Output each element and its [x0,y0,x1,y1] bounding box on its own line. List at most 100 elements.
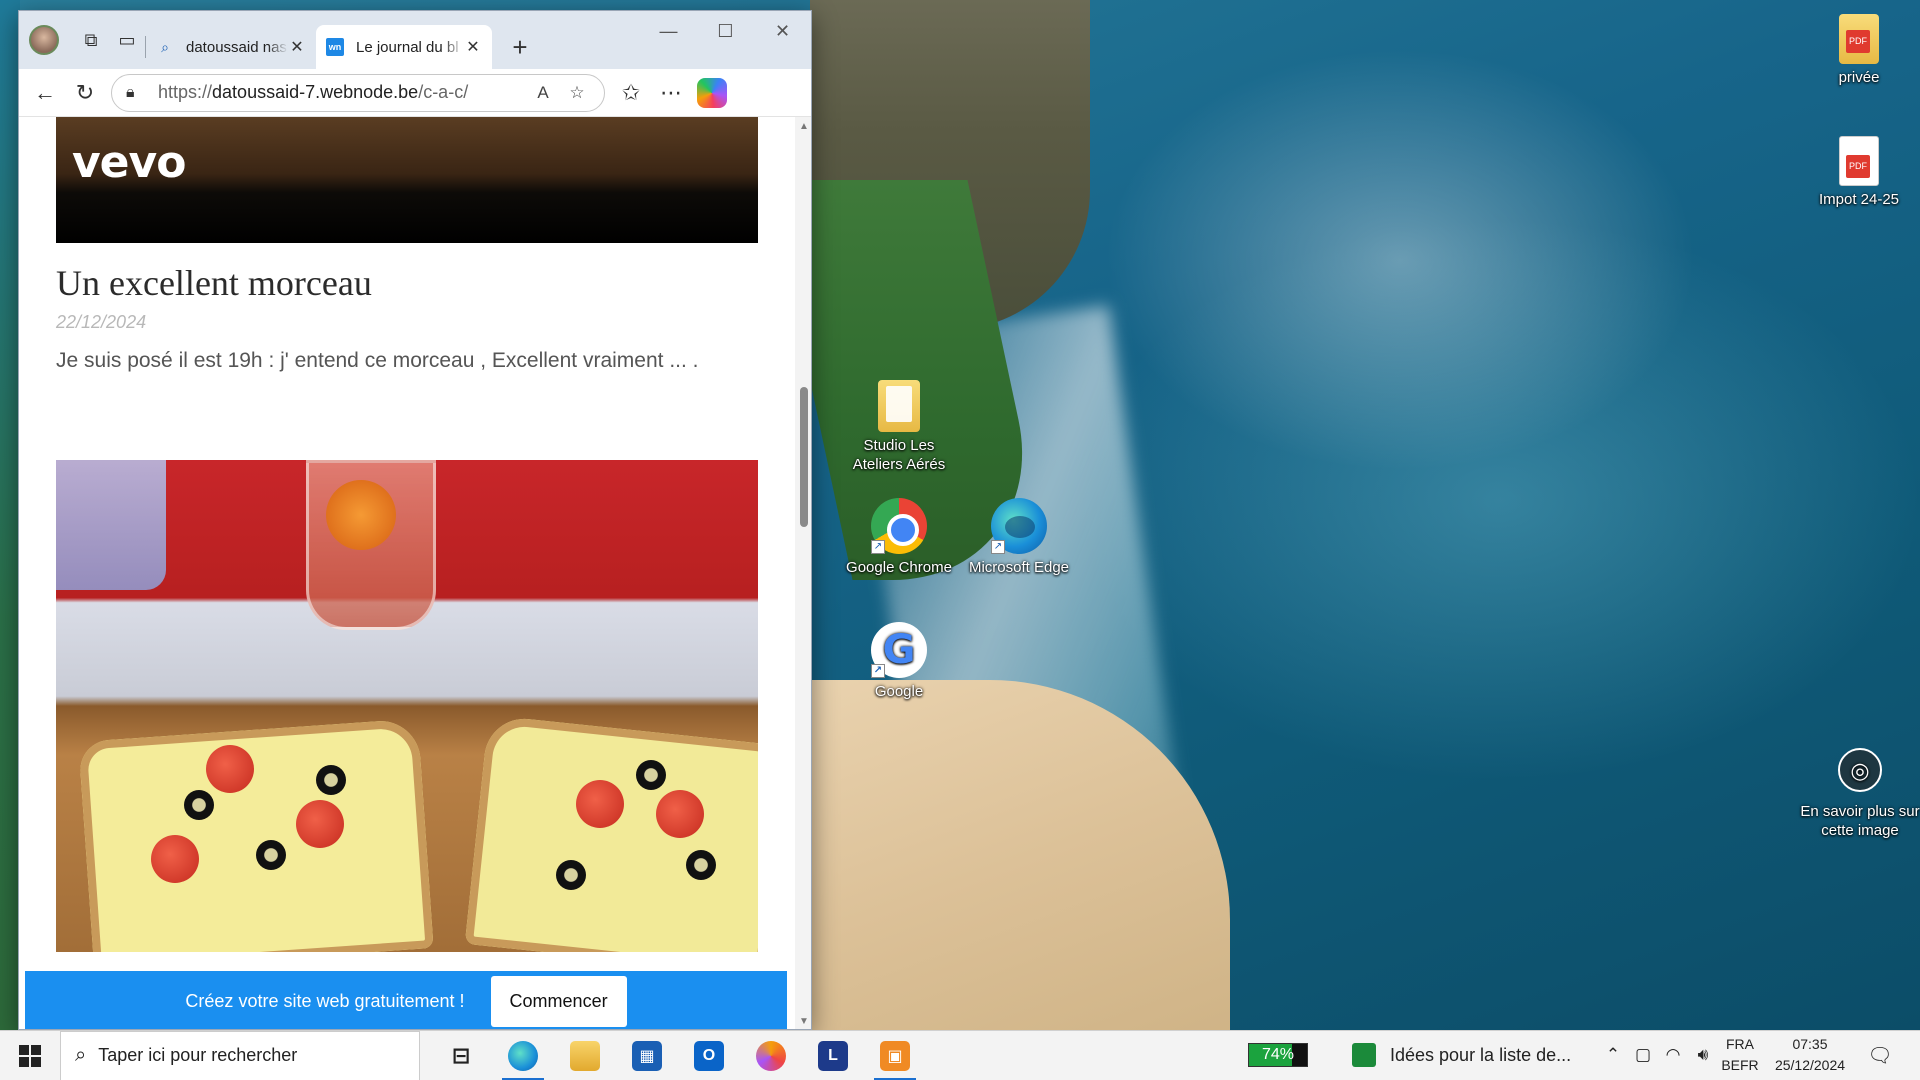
photo-water-glass [56,460,166,590]
profile-avatar[interactable] [29,25,59,55]
photo-tomato [296,800,344,848]
close-tab-icon[interactable]: ✕ [288,37,306,57]
refresh-icon[interactable]: ↻ [65,73,105,113]
video-thumbnail[interactable]: vevo [56,117,758,243]
taskbar-store[interactable]: ▦ [616,1031,678,1080]
clock-time: 07:35 [1792,1036,1828,1052]
folder-icon [570,1040,600,1071]
cta-text: Créez votre site web gratuitement ! [185,990,465,1011]
favorites-icon[interactable]: ✩ [611,73,651,113]
battery-label: 74% [1261,1046,1295,1063]
scrollbar-thumb[interactable] [800,387,808,527]
search-placeholder: Taper ici pour rechercher [98,1045,298,1065]
taskbar-app-l[interactable]: L [802,1031,864,1080]
scroll-down-icon[interactable]: ▼ [799,1016,809,1027]
wifi-icon[interactable]: ◠ [1658,1045,1688,1065]
url-text[interactable]: https://datoussaid-7.webnode.be/c-a-c/ [158,82,526,103]
photo-orange-slice [326,480,396,550]
tab-search[interactable]: ⌕ datoussaid nasi ✕ [146,25,316,69]
desktop-icon-label: Google [874,683,924,700]
edge-icon: ↗ [991,498,1047,554]
vertical-tabs-icon[interactable]: ▭ [109,22,145,58]
photo-toast-right [464,714,758,952]
desktop-icon-studio[interactable]: Studio Les Ateliers Aérés [844,380,954,474]
shortcut-arrow-icon: ↗ [871,664,885,678]
desktop-icon-google[interactable]: G ↗ Google [844,622,954,701]
taskbar-search[interactable]: ⌕ Taper ici pour rechercher [60,1030,420,1080]
more-options-icon[interactable]: ⋯ [651,73,691,113]
tab-bar: ⧉ ▭ ⌕ datoussaid nasi ✕ wn Le journal du… [19,11,811,69]
shortcut-arrow-icon: ↗ [991,540,1005,554]
start-button[interactable] [0,1031,60,1080]
desktop-icon-privee[interactable]: privée [1804,14,1914,87]
maximize-icon[interactable]: ☐ [697,11,754,51]
input-language[interactable]: FRA BEFR [1718,1034,1762,1076]
page-scrollbar[interactable]: ▲ ▼ [795,117,811,1029]
copilot-icon[interactable] [697,77,727,108]
photo-tomato [576,780,624,828]
photo-tomato [206,745,254,793]
taskbar-file-explorer[interactable] [554,1031,616,1080]
taskbar-edge[interactable] [492,1031,554,1080]
meet-now-icon[interactable]: ▢ [1628,1045,1658,1065]
volume-icon[interactable]: 🔊︎ [1688,1045,1718,1065]
close-window-icon[interactable]: ✕ [754,11,811,51]
orange-app-icon: ▣ [880,1040,910,1071]
desktop-icon-edge[interactable]: ↗ Microsoft Edge [964,498,1074,577]
language-code: FRA [1726,1036,1754,1052]
task-view-button[interactable]: ⊟ [430,1031,492,1080]
battery-indicator[interactable]: 74% [1248,1043,1308,1067]
pdf-file-icon [1839,136,1879,186]
new-tab-button[interactable]: + [500,27,540,67]
photo-olive [184,790,214,820]
post-excerpt: Je suis posé il est 19h : j' entend ce m… [56,349,699,372]
favorite-star-icon[interactable]: ☆ [560,83,594,103]
scroll-up-icon[interactable]: ▲ [799,121,809,132]
app-circle-icon [756,1040,786,1071]
taskbar-app-orange[interactable]: ▣ [864,1031,926,1080]
photo-olive [256,840,286,870]
desktop-icon-chrome[interactable]: ↗ Google Chrome [844,498,954,577]
back-arrow-icon[interactable]: ← [25,73,65,113]
url-protocol: https:// [158,82,213,102]
photo-olive [636,760,666,790]
l-app-icon: L [818,1040,848,1071]
task-view-icon: ⊟ [451,1042,471,1068]
workspaces-icon[interactable]: ⧉ [73,22,109,58]
start-button[interactable]: Commencer [490,975,627,1027]
browser-window: ⧉ ▭ ⌕ datoussaid nasi ✕ wn Le journal du… [18,10,812,1030]
taskbar-clock[interactable]: 07:35 25/12/2024 [1760,1034,1860,1076]
navigation-bar: ← ↻ 🔒︎ https://datoussaid-7.webnode.be/c… [19,69,811,117]
photo-tomato [656,790,704,838]
notification-center-icon[interactable]: 🗨︎ [1862,1040,1898,1070]
taskbar-notification[interactable]: Idées pour la liste de... [1352,1030,1571,1080]
taskbar-outlook[interactable]: O [678,1031,740,1080]
notification-text: Idées pour la liste de... [1390,1044,1572,1065]
google-icon: G ↗ [871,622,927,678]
lock-icon: 🔒︎ [126,83,135,101]
webnode-icon: wn [326,38,344,56]
keyboard-layout: BEFR [1721,1057,1759,1073]
taskbar-app-circle[interactable] [740,1031,802,1080]
address-bar[interactable]: 🔒︎ https://datoussaid-7.webnode.be/c-a-c… [111,73,605,112]
read-aloud-icon[interactable]: A [526,83,560,103]
chevron-up-icon[interactable]: ⌃ [1598,1045,1628,1065]
search-icon: ⌕ [75,1044,87,1066]
desktop-icon-label: Microsoft Edge [968,559,1070,576]
tab-title: Le journal du bl [356,38,459,56]
camera-icon: ◎ [1838,748,1882,792]
learn-more-about-image[interactable]: ◎ En savoir plus sur cette image [1790,748,1920,840]
photo-tomato [151,835,199,883]
desktop-icon-label: Google Chrome [846,559,952,576]
folder-icon [878,380,920,432]
post-image[interactable] [56,460,758,952]
close-tab-icon[interactable]: ✕ [464,37,482,57]
post-title[interactable]: Un excellent morceau [56,262,372,304]
outlook-icon: O [694,1040,724,1071]
minimize-icon[interactable]: — [640,11,697,51]
edge-icon [508,1040,538,1071]
search-icon: ⌕ [161,38,169,55]
chrome-icon: ↗ [871,498,927,554]
tab-journal[interactable]: wn Le journal du bl ✕ [316,25,492,69]
desktop-icon-impot[interactable]: Impot 24-25 [1804,136,1914,209]
